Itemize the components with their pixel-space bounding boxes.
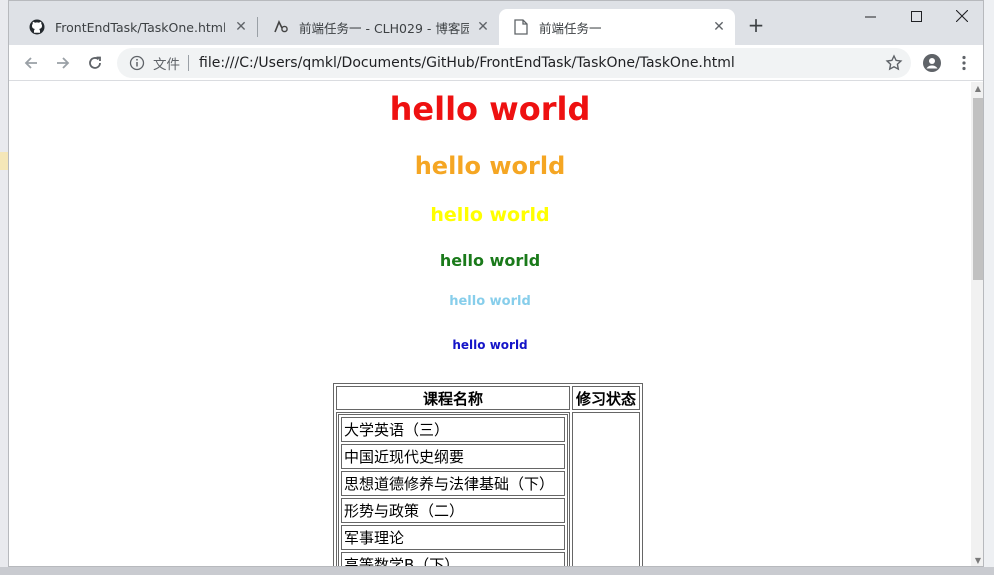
bookmark-star-icon[interactable]: [885, 54, 903, 72]
list-item: 形势与政策（二）: [341, 498, 565, 523]
file-scheme-label: 文件: [153, 57, 180, 73]
list-item: 中国近现代史纲要: [341, 444, 565, 469]
tab-title: 前端任务一 - CLH029 - 博客园: [299, 20, 469, 36]
omnibox-divider: [188, 55, 189, 71]
list-item: 军事理论: [341, 525, 565, 550]
heading-h1: hello world: [389, 90, 591, 128]
list-item: 高等数学B（下）: [341, 552, 565, 566]
column-header-status: 修习状态: [572, 386, 640, 410]
github-icon: [29, 19, 45, 35]
address-bar[interactable]: 文件 file:///C:/Users/qmkl/Documents/GitHu…: [117, 48, 911, 78]
info-icon[interactable]: [129, 55, 145, 71]
minimize-icon[interactable]: [847, 1, 893, 31]
new-tab-icon[interactable]: +: [745, 15, 767, 37]
list-item: 思想道德修养与法律基础（下）: [341, 471, 565, 496]
maximize-icon[interactable]: [893, 1, 939, 31]
heading-h6: hello world: [452, 338, 528, 352]
browser-toolbar: 文件 file:///C:/Users/qmkl/Documents/GitHu…: [9, 45, 983, 81]
tab-title: 前端任务一: [539, 20, 602, 36]
background-desktop-right: [984, 0, 994, 575]
table-header-row: 课程名称 修习状态: [336, 386, 640, 410]
close-icon[interactable]: ✕: [711, 19, 727, 35]
status-cell: [572, 412, 640, 566]
tab-github[interactable]: FrontEndTask/TaskOne.html at ✕: [15, 9, 257, 45]
close-icon[interactable]: ✕: [233, 19, 249, 35]
profile-avatar-icon[interactable]: [921, 52, 943, 74]
course-table: 课程名称 修习状态 大学英语（三） 中国近现代史纲要 思想道德修养与法律基础（下…: [333, 383, 643, 566]
tab-strip: FrontEndTask/TaskOne.html at ✕ 前端任务一 - C…: [9, 1, 983, 45]
tab-active-taskone[interactable]: 前端任务一 ✕: [499, 9, 735, 45]
cnblogs-icon: [273, 19, 289, 35]
heading-h4: hello world: [439, 251, 541, 270]
forward-arrow-icon[interactable]: [51, 51, 75, 75]
background-desktop-bottom: [0, 567, 994, 575]
scroll-down-icon[interactable]: ▼: [971, 554, 983, 566]
browser-window: FrontEndTask/TaskOne.html at ✕ 前端任务一 - C…: [8, 0, 984, 567]
window-close-icon[interactable]: [939, 1, 983, 31]
scroll-up-icon[interactable]: ▲: [971, 82, 983, 96]
tab-title: FrontEndTask/TaskOne.html at: [55, 19, 225, 35]
heading-h2: hello world: [414, 152, 566, 180]
course-list: 大学英语（三） 中国近现代史纲要 思想道德修养与法律基础（下） 形势与政策（二）…: [338, 414, 568, 566]
reload-icon[interactable]: [83, 51, 107, 75]
course-list-cell: 大学英语（三） 中国近现代史纲要 思想道德修养与法律基础（下） 形势与政策（二）…: [336, 412, 570, 566]
column-header-course-name: 课程名称: [336, 386, 570, 410]
heading-h3: hello world: [430, 204, 550, 226]
page-content: hello world hello world hello world hell…: [9, 82, 971, 566]
tab-cnblogs[interactable]: 前端任务一 - CLH029 - 博客园 ✕: [259, 9, 499, 45]
document-icon: [513, 19, 529, 35]
url-text[interactable]: file:///C:/Users/qmkl/Documents/GitHub/F…: [199, 55, 859, 71]
tab-divider: [257, 17, 258, 37]
vertical-scrollbar[interactable]: ▲ ▼: [971, 82, 983, 566]
scrollbar-thumb[interactable]: [973, 98, 983, 280]
list-item: 大学英语（三）: [341, 417, 565, 442]
close-icon[interactable]: ✕: [475, 19, 491, 35]
heading-h5: hello world: [449, 294, 531, 309]
menu-kebab-icon[interactable]: [953, 52, 975, 74]
back-arrow-icon[interactable]: [19, 51, 43, 75]
table-row: 大学英语（三） 中国近现代史纲要 思想道德修养与法律基础（下） 形势与政策（二）…: [336, 412, 640, 566]
